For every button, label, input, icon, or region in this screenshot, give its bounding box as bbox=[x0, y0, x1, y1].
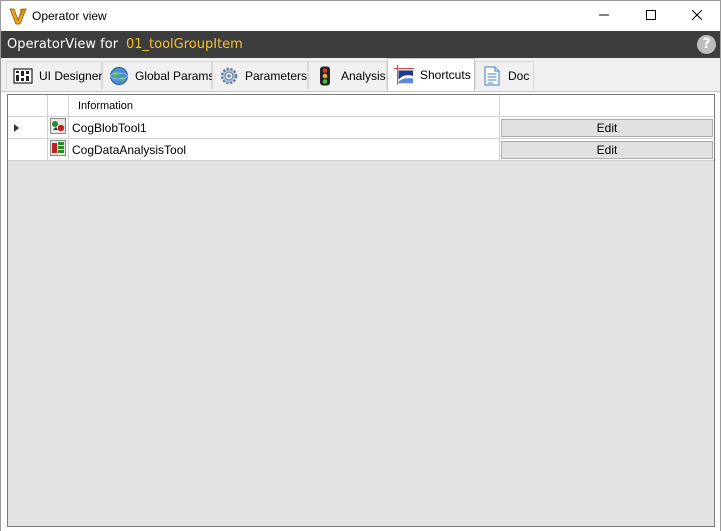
tab-strip: UI Designer Global Params Parameters Ana… bbox=[1, 58, 720, 92]
edit-cell: Edit bbox=[500, 117, 714, 138]
tab-doc[interactable]: Doc bbox=[475, 61, 534, 89]
tool-name-cell[interactable]: CogDataAnalysisTool bbox=[69, 139, 500, 160]
window-title: Operator view bbox=[32, 9, 107, 23]
close-button[interactable] bbox=[674, 1, 720, 31]
header-label: OperatorView for bbox=[7, 37, 119, 52]
tab-global-params[interactable]: Global Params bbox=[102, 61, 215, 89]
tab-parameters[interactable]: Parameters bbox=[212, 61, 308, 89]
edit-cell: Edit bbox=[500, 139, 714, 160]
tab-shortcuts[interactable]: Shortcuts bbox=[387, 58, 475, 91]
document-icon bbox=[482, 66, 502, 86]
edit-button[interactable]: Edit bbox=[501, 118, 713, 137]
row-header-corner bbox=[8, 95, 48, 116]
table-row[interactable]: CogDataAnalysisTool Edit bbox=[8, 139, 714, 161]
tool-name: CogBlobTool1 bbox=[72, 120, 147, 135]
close-icon bbox=[691, 9, 703, 23]
tab-label: Shortcuts bbox=[420, 68, 471, 82]
table-row[interactable]: CogBlobTool1 Edit bbox=[8, 117, 714, 139]
title-bar[interactable]: Operator view bbox=[1, 1, 720, 31]
icon-column-header bbox=[48, 95, 69, 116]
column-header-label: Information bbox=[78, 99, 134, 112]
traffic-light-icon bbox=[315, 66, 335, 86]
help-icon[interactable]: ? bbox=[697, 35, 716, 54]
shortcuts-grid[interactable]: Information CogBlobTool1 Edit CogDataAna… bbox=[7, 94, 715, 527]
row-header[interactable] bbox=[8, 117, 48, 138]
gear-icon bbox=[219, 66, 239, 86]
minimize-button[interactable] bbox=[581, 1, 627, 31]
grid-header-row: Information bbox=[8, 95, 714, 117]
maximize-icon bbox=[646, 9, 656, 23]
tab-label: UI Designer bbox=[39, 68, 103, 83]
current-row-indicator-icon bbox=[14, 123, 19, 132]
app-logo-icon bbox=[9, 7, 27, 25]
shortcuts-icon bbox=[394, 65, 414, 85]
tool-name: CogDataAnalysisTool bbox=[72, 142, 187, 157]
tab-label: Doc bbox=[508, 68, 530, 83]
button-column-header bbox=[500, 95, 714, 116]
operator-view-window: Operator view OperatorView for 01_toolGr… bbox=[0, 0, 721, 531]
globe-icon bbox=[109, 66, 129, 86]
minimize-icon bbox=[599, 9, 609, 23]
shortcuts-panel: Information CogBlobTool1 Edit CogDataAna… bbox=[1, 91, 720, 531]
tool-group-name: 01_toolGroupItem bbox=[126, 37, 243, 52]
information-column-header[interactable]: Information bbox=[69, 95, 500, 116]
tab-label: Analysis bbox=[341, 68, 386, 83]
tab-analysis[interactable]: Analysis bbox=[308, 61, 387, 89]
edit-button[interactable]: Edit bbox=[501, 140, 713, 159]
tab-ui-designer[interactable]: UI Designer bbox=[6, 61, 102, 89]
tool-name-cell[interactable]: CogBlobTool1 bbox=[69, 117, 500, 138]
ui-designer-icon bbox=[13, 66, 33, 86]
tab-label: Parameters bbox=[245, 68, 308, 83]
tool-icon-cell bbox=[48, 117, 69, 138]
maximize-button[interactable] bbox=[628, 1, 674, 31]
tool-icon-cell bbox=[48, 139, 69, 160]
blob-tool-icon bbox=[50, 118, 66, 137]
tab-label: Global Params bbox=[135, 68, 215, 83]
header-band: OperatorView for 01_toolGroupItem bbox=[1, 31, 720, 58]
data-analysis-tool-icon bbox=[50, 140, 66, 159]
row-header[interactable] bbox=[8, 139, 48, 160]
